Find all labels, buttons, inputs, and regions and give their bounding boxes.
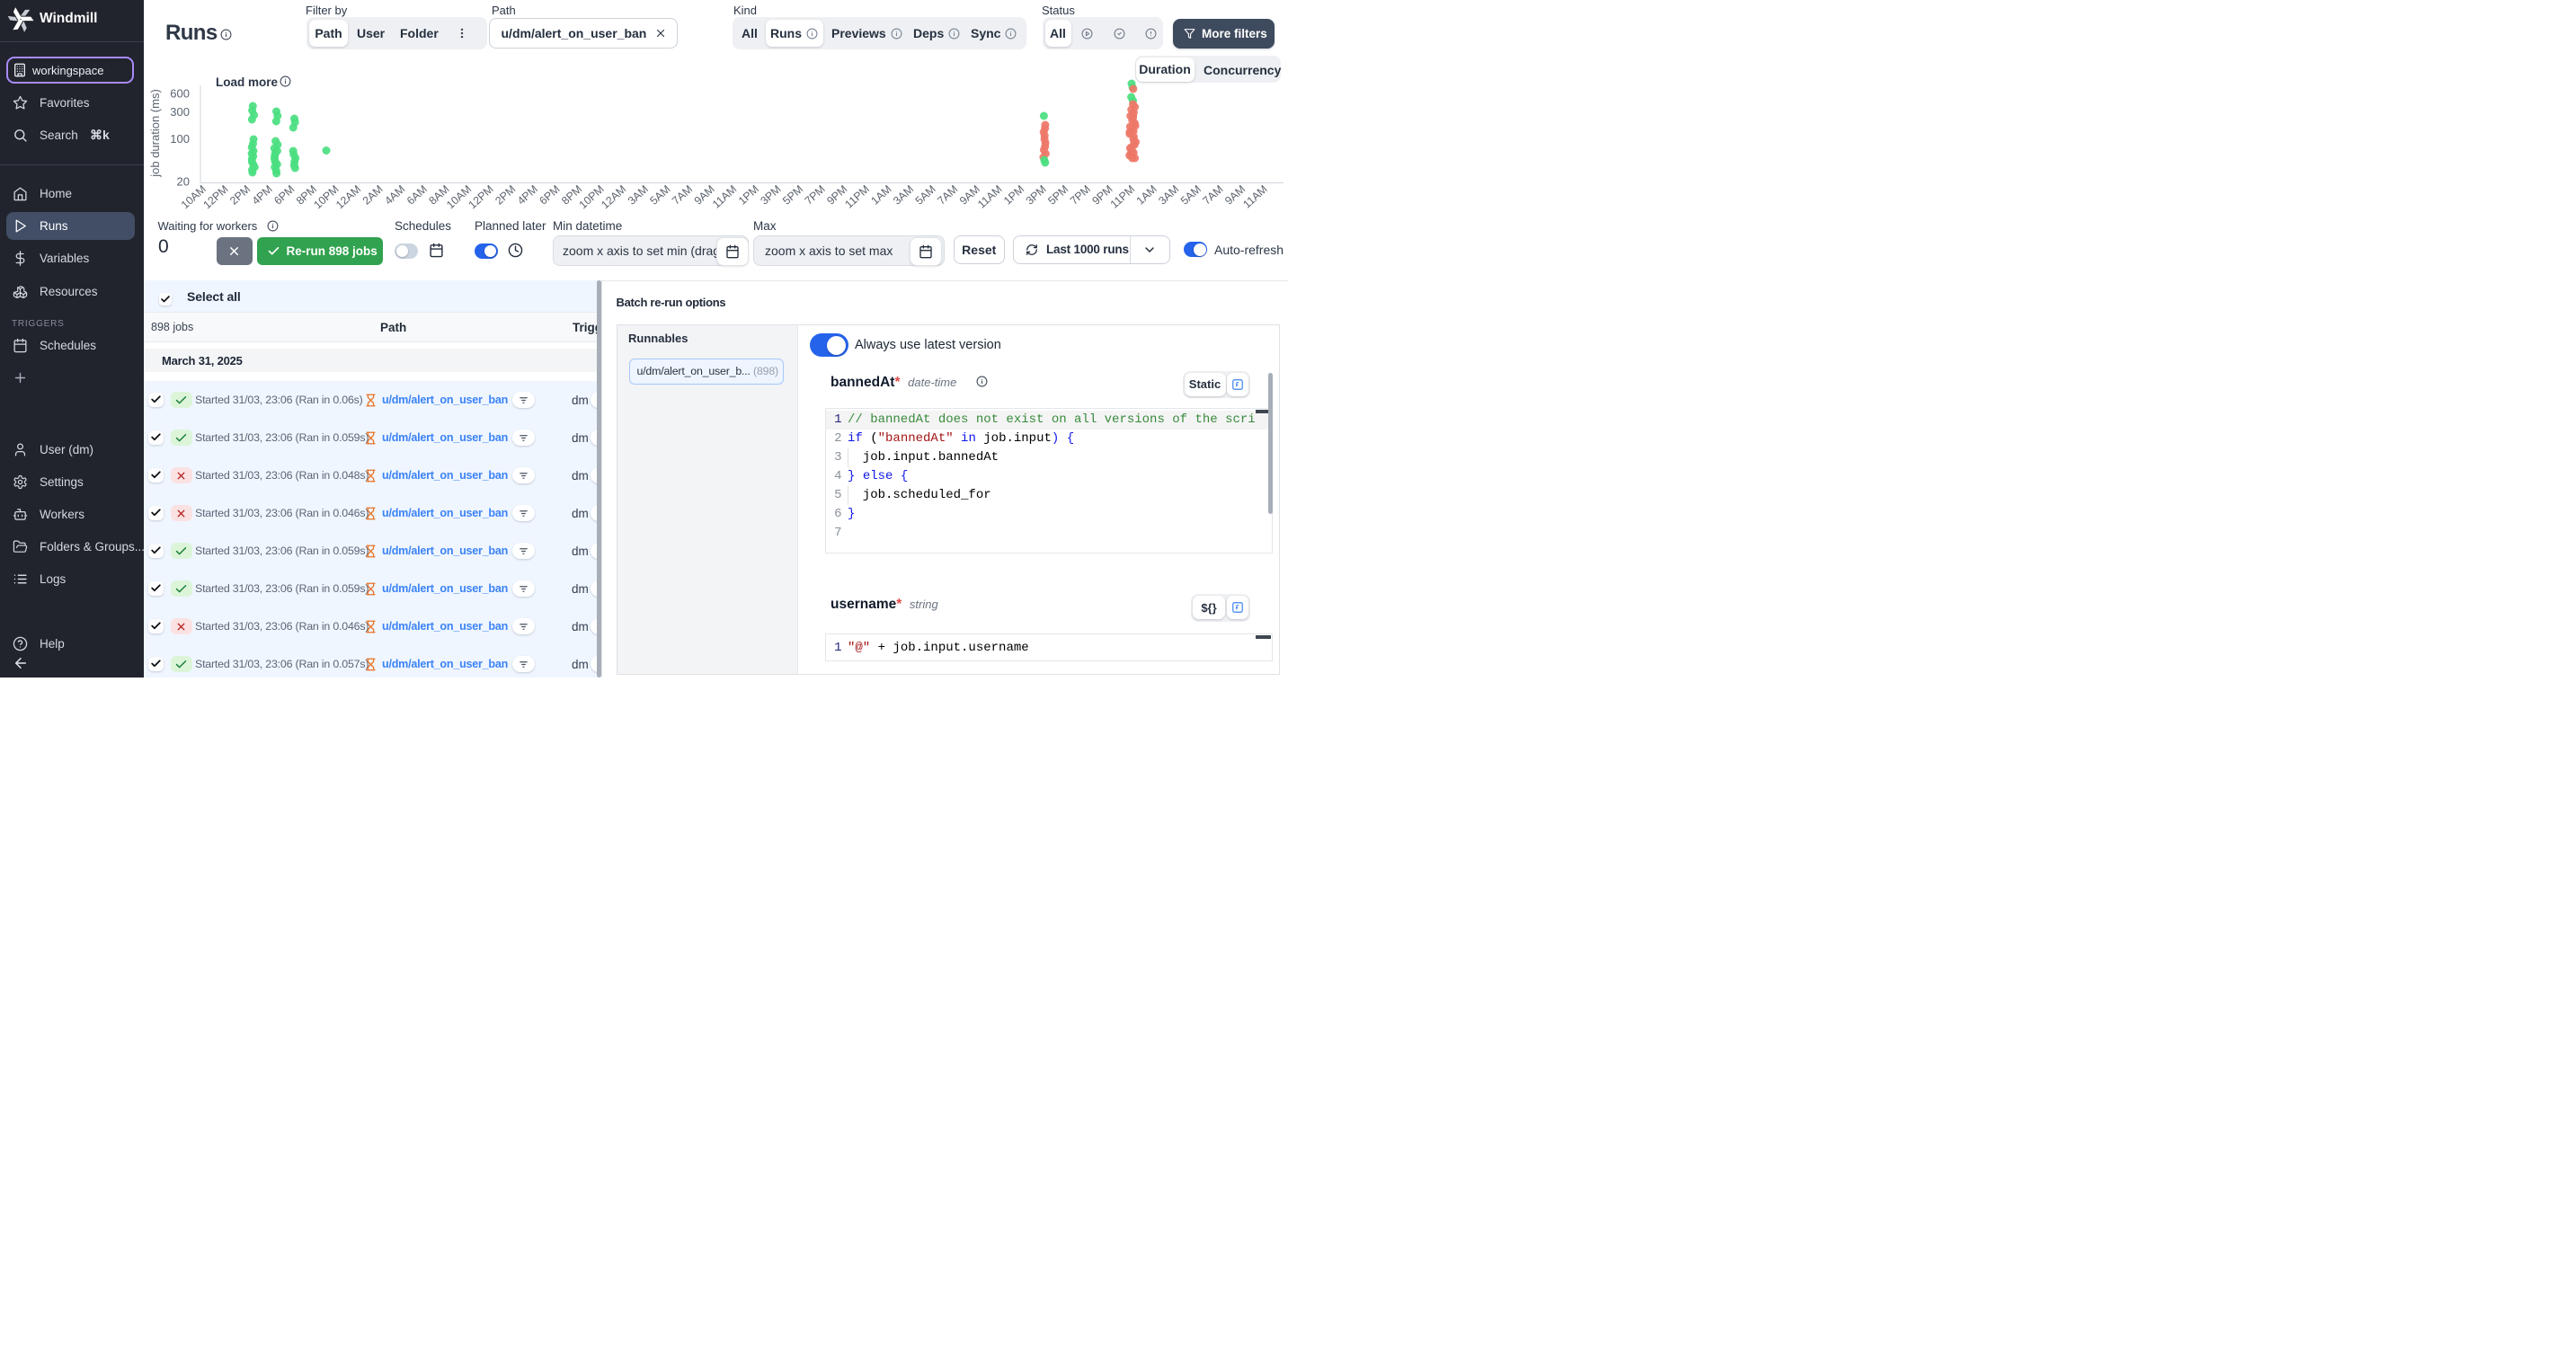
svg-text:5PM: 5PM [1045, 182, 1070, 207]
svg-text:12PM: 12PM [466, 182, 496, 211]
svg-text:11PM: 11PM [842, 182, 872, 210]
svg-text:3PM: 3PM [758, 182, 783, 207]
svg-text:5PM: 5PM [780, 182, 805, 207]
svg-text:12AM: 12AM [333, 182, 363, 211]
svg-text:6AM: 6AM [404, 182, 430, 207]
svg-text:7PM: 7PM [803, 182, 828, 207]
svg-text:11PM: 11PM [1108, 182, 1138, 210]
svg-text:4AM: 4AM [382, 182, 407, 207]
svg-text:1PM: 1PM [1001, 182, 1026, 207]
svg-text:6PM: 6PM [537, 182, 562, 207]
svg-text:12AM: 12AM [599, 182, 628, 211]
svg-text:11AM: 11AM [1240, 182, 1270, 210]
svg-text:2PM: 2PM [227, 182, 253, 207]
svg-text:11AM: 11AM [710, 182, 740, 210]
svg-text:1AM: 1AM [868, 182, 893, 207]
svg-text:7AM: 7AM [935, 182, 960, 207]
svg-text:2AM: 2AM [360, 182, 386, 207]
svg-text:10PM: 10PM [311, 182, 341, 211]
svg-text:11AM: 11AM [975, 182, 1005, 210]
svg-text:7PM: 7PM [1068, 182, 1093, 207]
svg-text:1AM: 1AM [1134, 182, 1159, 207]
svg-text:20: 20 [177, 175, 190, 189]
svg-text:10AM: 10AM [444, 182, 474, 211]
svg-text:2PM: 2PM [493, 182, 518, 207]
svg-text:1PM: 1PM [736, 182, 761, 207]
svg-text:4PM: 4PM [515, 182, 540, 207]
svg-text:5AM: 5AM [913, 182, 938, 207]
svg-text:4PM: 4PM [250, 182, 275, 207]
svg-text:3AM: 3AM [626, 182, 651, 207]
svg-text:7AM: 7AM [1200, 182, 1225, 207]
svg-text:6PM: 6PM [271, 182, 297, 207]
svg-text:3PM: 3PM [1024, 182, 1049, 207]
svg-text:3AM: 3AM [1156, 182, 1181, 207]
svg-text:10PM: 10PM [577, 182, 607, 211]
svg-text:job duration (ms): job duration (ms) [148, 89, 162, 178]
svg-text:12PM: 12PM [200, 182, 230, 211]
svg-text:100: 100 [170, 132, 190, 146]
svg-text:5AM: 5AM [647, 182, 672, 207]
svg-text:5AM: 5AM [1178, 182, 1204, 207]
svg-text:600: 600 [170, 87, 190, 101]
svg-text:300: 300 [170, 105, 190, 119]
svg-text:7AM: 7AM [670, 182, 695, 207]
svg-text:3AM: 3AM [891, 182, 916, 207]
